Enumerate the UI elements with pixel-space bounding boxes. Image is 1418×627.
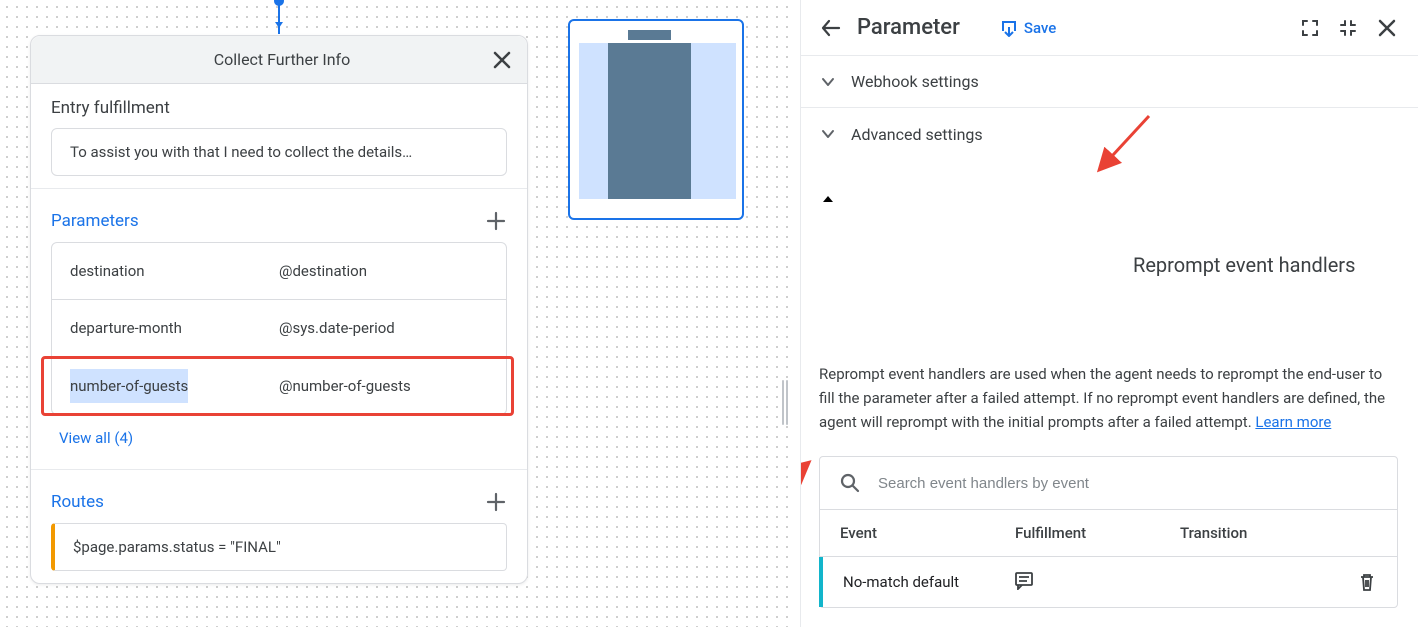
parameter-row-selected[interactable]: number-of-guests @number-of-guests xyxy=(41,356,514,416)
save-icon xyxy=(1000,19,1018,37)
builder-canvas[interactable]: Collect Further Info Entry fulfillment T… xyxy=(0,0,790,627)
advanced-settings-label: Advanced settings xyxy=(851,125,983,144)
flow-connector xyxy=(278,0,280,34)
event-handler-list: Event Fulfillment Transition No-match de… xyxy=(819,456,1398,608)
webhook-settings-label: Webhook settings xyxy=(851,72,979,91)
add-event-handler-link[interactable]: Add event handler xyxy=(819,622,968,627)
parameter-type: @sys.date-period xyxy=(279,319,488,337)
handler-search-row xyxy=(820,457,1397,510)
reprompt-section: Reprompt event handlers Reprompt event h… xyxy=(801,160,1418,627)
learn-more-link[interactable]: Learn more xyxy=(1255,413,1331,431)
collapse-button[interactable] xyxy=(1338,18,1358,38)
handler-event: No-match default xyxy=(843,573,1014,591)
reprompt-description: Reprompt event handlers are used when th… xyxy=(819,362,1398,434)
fullscreen-icon xyxy=(1300,18,1320,38)
entry-fulfillment-message[interactable]: To assist you with that I need to collec… xyxy=(51,128,507,176)
close-icon xyxy=(1376,17,1398,39)
handler-header-row: Event Fulfillment Transition xyxy=(820,510,1397,557)
save-button[interactable]: Save xyxy=(1000,19,1056,37)
chevron-down-icon xyxy=(819,73,837,91)
close-icon[interactable] xyxy=(491,49,513,71)
minimap[interactable] xyxy=(568,19,744,220)
parameter-list: destination @destination departure-month… xyxy=(51,242,507,415)
reprompt-title: Reprompt event handlers xyxy=(1133,253,1355,277)
side-panel-body: Webhook settings Advanced settings Repro… xyxy=(801,56,1418,627)
side-panel-header: Parameter Save xyxy=(801,0,1418,56)
minimap-node xyxy=(608,43,691,199)
chevron-up-icon xyxy=(819,190,1119,340)
column-event: Event xyxy=(840,524,1015,542)
page-card: Collect Further Info Entry fulfillment T… xyxy=(30,35,528,584)
reprompt-header[interactable]: Reprompt event handlers xyxy=(819,190,1398,340)
chevron-down-icon xyxy=(819,125,837,143)
handler-fulfillment xyxy=(1014,570,1179,594)
page-card-header: Collect Further Info xyxy=(31,36,527,84)
column-transition: Transition xyxy=(1180,524,1377,542)
page-card-title: Collect Further Info xyxy=(73,50,491,69)
fullscreen-button[interactable] xyxy=(1300,18,1320,38)
parameter-name: destination xyxy=(70,262,145,280)
parameter-side-panel: Parameter Save Webhook settings Advanced… xyxy=(800,0,1418,627)
handler-search-input[interactable] xyxy=(878,475,1377,492)
webhook-settings-row[interactable]: Webhook settings xyxy=(801,56,1418,108)
search-icon xyxy=(840,473,860,493)
parameter-name: number-of-guests xyxy=(70,369,188,403)
route-condition[interactable]: $page.params.status = "FINAL" xyxy=(51,523,507,571)
add-parameter-icon[interactable] xyxy=(485,210,507,232)
column-fulfillment: Fulfillment xyxy=(1015,524,1180,542)
parameter-type: @destination xyxy=(279,262,488,280)
message-icon xyxy=(1014,570,1034,590)
parameter-name: departure-month xyxy=(70,319,182,337)
entry-fulfillment-section: Entry fulfillment To assist you with tha… xyxy=(31,84,527,188)
annotation-arrow-2 xyxy=(801,458,817,508)
delete-icon[interactable] xyxy=(1357,572,1377,592)
advanced-settings-row[interactable]: Advanced settings xyxy=(801,108,1418,160)
parameter-type: @number-of-guests xyxy=(279,377,488,395)
minimap-node-bar xyxy=(628,30,671,40)
save-label: Save xyxy=(1024,19,1056,37)
close-button[interactable] xyxy=(1376,17,1398,39)
routes-title[interactable]: Routes xyxy=(51,492,104,512)
parameters-section: Parameters destination @destination depa… xyxy=(31,188,527,469)
collapse-icon xyxy=(1338,18,1358,38)
routes-section: Routes $page.params.status = "FINAL" xyxy=(31,469,527,583)
back-icon[interactable] xyxy=(819,16,843,40)
add-route-icon[interactable] xyxy=(485,491,507,513)
parameter-row[interactable]: departure-month @sys.date-period xyxy=(52,300,506,357)
parameter-row[interactable]: destination @destination xyxy=(52,243,506,300)
side-panel-title: Parameter xyxy=(857,15,960,40)
entry-fulfillment-title: Entry fulfillment xyxy=(51,98,507,118)
panel-resize-handle[interactable] xyxy=(782,380,788,425)
view-all-parameters-link[interactable]: View all (4) xyxy=(51,415,141,457)
parameters-title[interactable]: Parameters xyxy=(51,211,139,231)
handler-row[interactable]: No-match default xyxy=(819,557,1397,607)
